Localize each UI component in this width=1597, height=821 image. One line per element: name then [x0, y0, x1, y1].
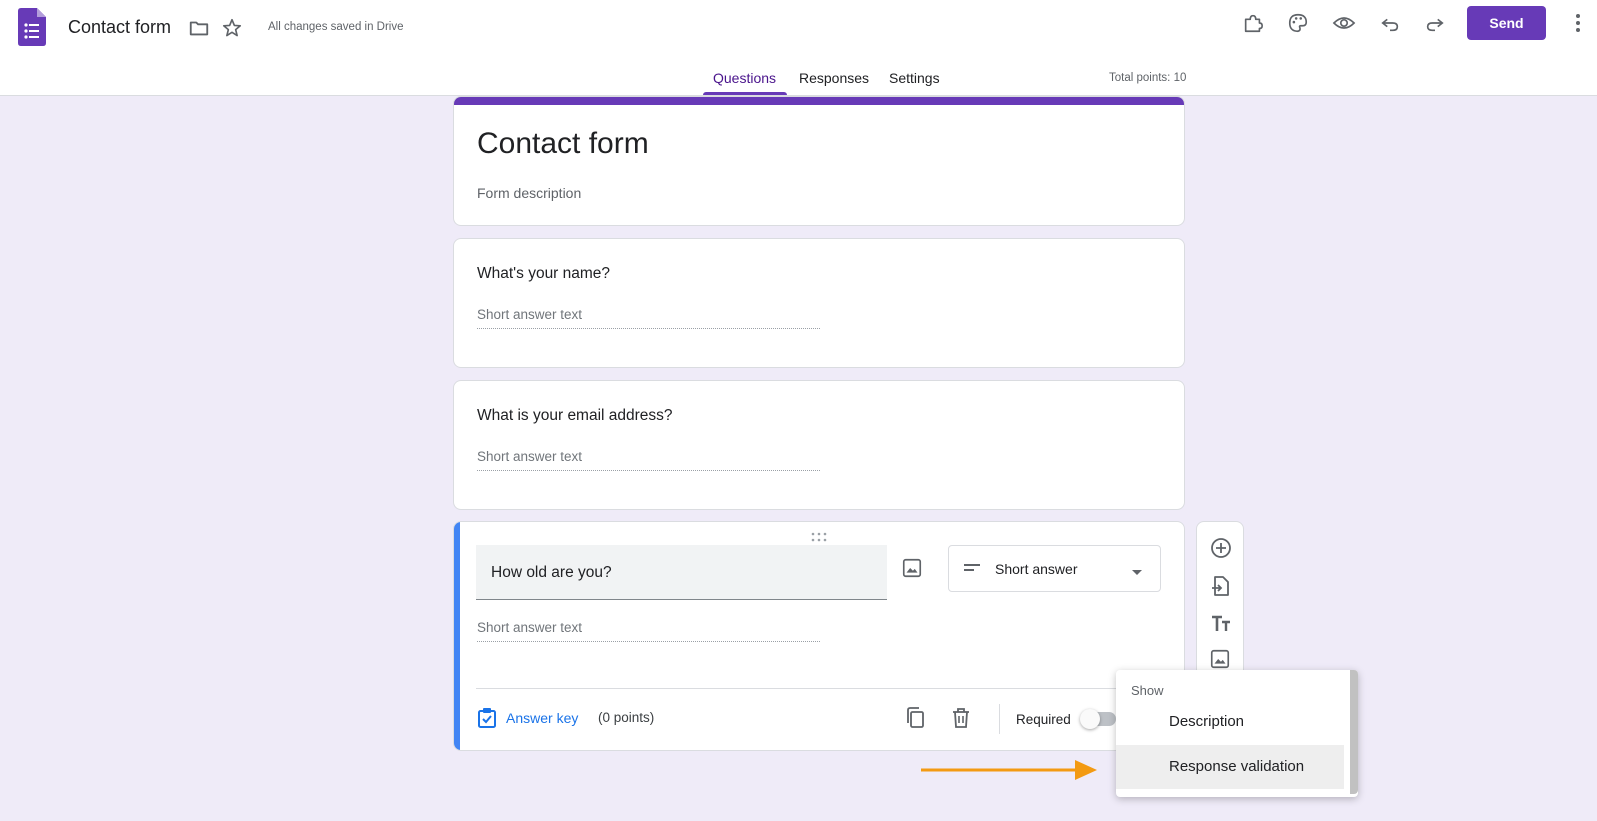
- question-card[interactable]: What's your name? Short answer text: [453, 238, 1185, 368]
- puzzle-icon[interactable]: [1241, 11, 1265, 35]
- drag-handle-icon[interactable]: [810, 529, 828, 542]
- active-indicator-bar: [454, 522, 460, 750]
- app-header: Contact form All changes saved in Drive …: [0, 0, 1597, 96]
- answer-key-icon: [478, 708, 496, 728]
- folder-icon[interactable]: [187, 16, 211, 40]
- tab-settings[interactable]: Settings: [889, 70, 940, 86]
- undo-icon[interactable]: [1378, 11, 1402, 35]
- question-type-label: Short answer: [995, 561, 1078, 577]
- total-points: Total points: 10: [1109, 72, 1187, 84]
- accent-bar: [454, 97, 1184, 105]
- answer-placeholder: Short answer text: [477, 307, 820, 329]
- active-question-card[interactable]: How old are you? Short answer Short answ…: [453, 521, 1185, 751]
- import-questions-icon[interactable]: [1209, 574, 1233, 598]
- trash-icon[interactable]: [950, 706, 972, 735]
- add-question-icon[interactable]: [1209, 536, 1233, 560]
- side-toolbar: [1196, 521, 1244, 681]
- document-title[interactable]: Contact form: [68, 17, 171, 38]
- form-description[interactable]: Form description: [477, 185, 581, 201]
- annotation-arrow-icon: [921, 758, 1099, 787]
- more-vert-icon[interactable]: [1566, 11, 1590, 35]
- tab-questions[interactable]: Questions: [713, 70, 776, 86]
- answer-key-button[interactable]: Answer key: [477, 707, 578, 729]
- menu-item-label: Response validation: [1169, 758, 1305, 775]
- answer-placeholder: Short answer text: [477, 449, 820, 471]
- save-status: All changes saved in Drive: [268, 21, 404, 33]
- menu-scrollbar[interactable]: [1350, 670, 1358, 794]
- palette-icon[interactable]: [1286, 11, 1310, 35]
- menu-item-label: Description: [1169, 713, 1245, 730]
- toggle-knob: [1080, 709, 1100, 729]
- question-card[interactable]: What is your email address? Short answer…: [453, 380, 1185, 510]
- footer-divider: [999, 704, 1000, 734]
- duplicate-icon[interactable]: [904, 706, 926, 735]
- points-label: (0 points): [598, 710, 655, 725]
- form-title[interactable]: Contact form: [477, 127, 649, 161]
- question-title: What's your name?: [477, 265, 611, 282]
- redo-icon[interactable]: [1423, 11, 1447, 35]
- forms-logo-icon[interactable]: [18, 8, 46, 46]
- menu-header: Show: [1131, 683, 1164, 698]
- question-title: What is your email address?: [477, 407, 673, 424]
- add-title-icon[interactable]: [1209, 612, 1233, 636]
- question-title-input[interactable]: How old are you?: [476, 545, 887, 600]
- active-tab-indicator: [703, 92, 787, 95]
- show-options-menu: Show Description Response validation: [1116, 670, 1358, 797]
- menu-item-response-validation[interactable]: Response validation: [1116, 745, 1344, 789]
- tab-bar: Questions Responses Settings Total point…: [0, 60, 1597, 96]
- send-button[interactable]: Send: [1467, 6, 1546, 40]
- short-answer-icon: [963, 560, 981, 581]
- answer-placeholder: Short answer text: [477, 620, 820, 642]
- menu-item-description[interactable]: Description: [1116, 700, 1344, 744]
- tab-responses[interactable]: Responses: [799, 70, 869, 86]
- add-image-icon[interactable]: [901, 557, 925, 581]
- answer-key-label: Answer key: [506, 710, 579, 726]
- question-type-select[interactable]: Short answer: [948, 545, 1161, 592]
- star-icon[interactable]: [220, 16, 244, 40]
- chevron-down-icon: [1131, 564, 1143, 582]
- required-toggle[interactable]: [1080, 709, 1116, 729]
- form-title-card[interactable]: Contact form Form description: [453, 96, 1185, 226]
- question-title: How old are you?: [491, 564, 612, 581]
- eye-icon[interactable]: [1332, 11, 1356, 35]
- add-image-icon[interactable]: [1209, 648, 1233, 672]
- required-label: Required: [1016, 712, 1071, 727]
- card-divider: [476, 688, 1161, 689]
